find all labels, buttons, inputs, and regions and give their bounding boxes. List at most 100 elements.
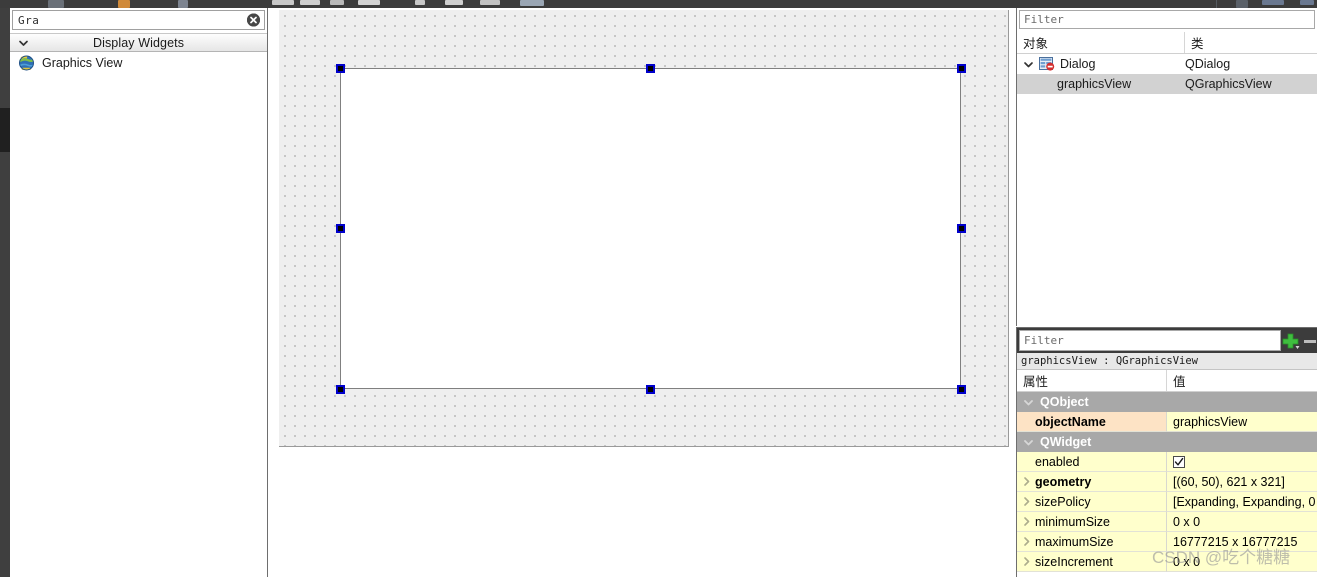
- property-value-sizepolicy[interactable]: [Expanding, Expanding, 0: [1167, 492, 1317, 512]
- object-inspector-row-name-cell: graphicsView: [1017, 77, 1185, 91]
- property-editor-header: 属性 值: [1017, 370, 1317, 392]
- resize-handle-top-center[interactable]: [645, 64, 655, 73]
- designer-toolbar[interactable]: [0, 0, 1317, 8]
- property-row-objectname[interactable]: objectName graphicsView: [1017, 412, 1317, 432]
- property-name-cell: objectName: [1017, 412, 1167, 432]
- toolbar-icon-7[interactable]: [358, 0, 380, 5]
- chevron-down-icon[interactable]: [1023, 437, 1034, 448]
- widget-box-group-display-widgets[interactable]: Display Widgets: [10, 33, 267, 52]
- property-row-enabled[interactable]: enabled: [1017, 452, 1317, 472]
- widget-box-item-label: Graphics View: [42, 56, 123, 70]
- property-editor-filter-placeholder: Filter: [1024, 334, 1064, 347]
- toolbar-separator: [1216, 0, 1217, 8]
- property-editor-filter[interactable]: Filter: [1019, 330, 1281, 351]
- property-row-sizeincrement[interactable]: sizeIncrement 0 x 0: [1017, 552, 1317, 572]
- object-inspector-col-class: 类: [1185, 32, 1317, 53]
- property-editor-col-value: 值: [1167, 370, 1317, 391]
- property-row-geometry[interactable]: geometry [(60, 50), 621 x 321]: [1017, 472, 1317, 492]
- property-group-qobject[interactable]: QObject: [1017, 392, 1317, 412]
- object-inspector-header: 对象 类: [1017, 32, 1317, 54]
- toolbar-icon-3[interactable]: [178, 0, 188, 8]
- object-inspector-class-name: QDialog: [1185, 57, 1231, 71]
- resize-handle-top-right[interactable]: [957, 64, 966, 73]
- property-value-sizeincrement[interactable]: 0 x 0: [1167, 552, 1317, 572]
- property-group-label: QObject: [1040, 395, 1089, 409]
- property-name-label: minimumSize: [1035, 514, 1111, 529]
- property-editor-toolbar: Filter: [1017, 328, 1317, 353]
- left-dock-rail[interactable]: [0, 8, 10, 577]
- remove-property-button[interactable]: [1303, 328, 1317, 353]
- property-group-value: [1167, 392, 1317, 412]
- property-value-geometry[interactable]: [(60, 50), 621 x 321]: [1167, 472, 1317, 492]
- toolbar-icon-1[interactable]: [48, 0, 64, 8]
- resize-handle-middle-right[interactable]: [957, 224, 966, 233]
- object-inspector-object-name: graphicsView: [1057, 77, 1132, 91]
- graphics-view-globe-icon: [18, 55, 35, 71]
- property-name-label: objectName: [1035, 414, 1106, 429]
- property-name-cell: enabled: [1017, 452, 1167, 472]
- toolbar-icon-14[interactable]: [1300, 0, 1314, 5]
- chevron-down-icon[interactable]: [1023, 59, 1034, 70]
- property-editor-object-line: graphicsView : QGraphicsView: [1017, 353, 1317, 370]
- property-group-name-cell: QObject: [1017, 392, 1167, 412]
- widget-box-item-graphics-view[interactable]: Graphics View: [10, 52, 267, 74]
- toolbar-icon-6[interactable]: [330, 0, 344, 5]
- dialog-form-icon: [1039, 57, 1055, 71]
- toolbar-icon-9[interactable]: [445, 0, 463, 5]
- left-rail-scroll-thumb[interactable]: [0, 108, 10, 152]
- chevron-right-icon[interactable]: [1021, 516, 1032, 527]
- property-name-label: maximumSize: [1035, 534, 1114, 549]
- resize-handle-bottom-left[interactable]: [336, 385, 345, 394]
- chevron-right-icon[interactable]: [1021, 476, 1032, 487]
- property-name-cell: maximumSize: [1017, 532, 1167, 552]
- chevron-down-icon[interactable]: [1023, 397, 1034, 408]
- chevron-right-icon[interactable]: [1021, 556, 1032, 567]
- property-group-qwidget[interactable]: QWidget: [1017, 432, 1317, 452]
- toolbar-icon-5[interactable]: [300, 0, 320, 5]
- property-row-minimumsize[interactable]: minimumSize 0 x 0: [1017, 512, 1317, 532]
- object-inspector-panel: Filter 对象 类 Dialog QDialog graphicsView …: [1016, 8, 1317, 326]
- toolbar-icon-4[interactable]: [272, 0, 294, 5]
- widget-box-filter[interactable]: Gra: [12, 10, 265, 30]
- object-inspector-class-name: QGraphicsView: [1185, 77, 1272, 91]
- toolbar-icon-12[interactable]: [1236, 0, 1248, 8]
- property-value-objectname[interactable]: graphicsView: [1167, 412, 1317, 432]
- chevron-right-icon[interactable]: [1021, 496, 1032, 507]
- qt-designer-window: Gra Display Widgets Graphics View Filter…: [0, 0, 1317, 577]
- resize-handle-middle-left[interactable]: [336, 224, 345, 233]
- toolbar-icon-13[interactable]: [1262, 0, 1284, 5]
- chevron-down-icon: [18, 37, 29, 48]
- property-name-cell: sizePolicy: [1017, 492, 1167, 512]
- object-inspector-object-name: Dialog: [1060, 57, 1096, 71]
- resize-handle-top-left[interactable]: [336, 64, 345, 73]
- property-value-maximumsize[interactable]: 16777215 x 16777215: [1167, 532, 1317, 552]
- property-row-sizepolicy[interactable]: sizePolicy [Expanding, Expanding, 0: [1017, 492, 1317, 512]
- property-row-maximumsize[interactable]: maximumSize 16777215 x 16777215: [1017, 532, 1317, 552]
- property-value-minimumsize[interactable]: 0 x 0: [1167, 512, 1317, 532]
- form-editor-area[interactable]: [269, 8, 1016, 577]
- property-name-cell: sizeIncrement: [1017, 552, 1167, 572]
- toolbar-icon-8[interactable]: [415, 0, 425, 5]
- toolbar-icon-11[interactable]: [520, 0, 544, 6]
- add-property-button[interactable]: [1281, 328, 1303, 353]
- dialog-form-surface[interactable]: [279, 10, 1009, 447]
- object-column-label: 对象: [1023, 37, 1049, 51]
- value-column-label: 值: [1173, 375, 1186, 389]
- property-editor-col-property: 属性: [1017, 370, 1167, 391]
- resize-handle-bottom-right[interactable]: [957, 385, 966, 394]
- widget-box-group-label: Display Widgets: [92, 35, 185, 50]
- object-inspector-row-dialog[interactable]: Dialog QDialog: [1017, 54, 1317, 74]
- widget-box-panel: Gra Display Widgets Graphics View: [10, 8, 268, 577]
- toolbar-icon-10[interactable]: [480, 0, 500, 5]
- chevron-right-icon[interactable]: [1021, 536, 1032, 547]
- resize-handle-bottom-center[interactable]: [645, 385, 655, 394]
- clear-circle-icon[interactable]: [247, 13, 260, 27]
- toolbar-icon-2[interactable]: [118, 0, 130, 8]
- property-value-enabled[interactable]: [1167, 452, 1317, 472]
- object-inspector-row-graphicsview[interactable]: graphicsView QGraphicsView: [1017, 74, 1317, 94]
- graphics-view-widget[interactable]: [340, 68, 961, 389]
- property-name-label: sizeIncrement: [1035, 554, 1113, 569]
- object-inspector-filter[interactable]: Filter: [1019, 10, 1315, 29]
- enabled-checkbox[interactable]: [1173, 455, 1185, 468]
- object-inspector-filter-placeholder: Filter: [1024, 13, 1064, 26]
